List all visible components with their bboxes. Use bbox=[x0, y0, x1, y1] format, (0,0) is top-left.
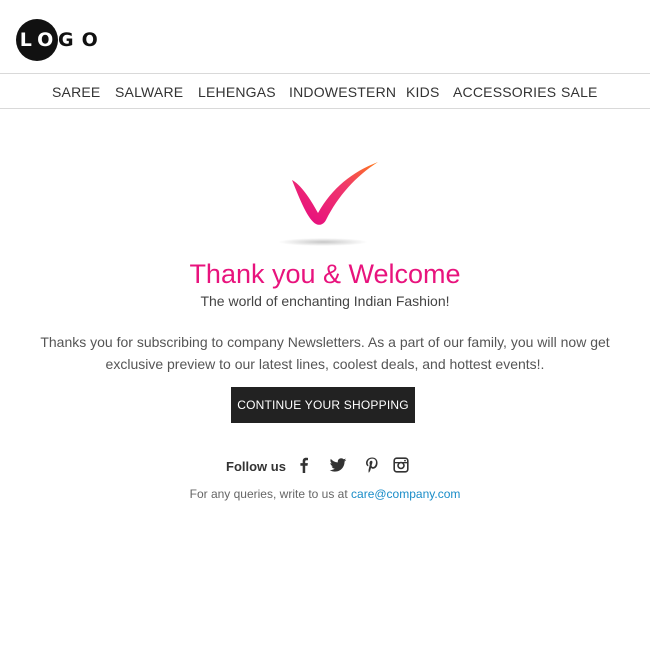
nav-item-lehengas[interactable]: LEHENGAS bbox=[198, 84, 276, 100]
logo-text: GO bbox=[58, 29, 106, 51]
nav-item-accessories[interactable]: ACCESSORIES bbox=[453, 84, 556, 100]
continue-shopping-button[interactable]: CONTINUE YOUR SHOPPING bbox=[231, 387, 415, 423]
twitter-icon[interactable] bbox=[329, 456, 347, 474]
page-title: Thank you & Welcome bbox=[189, 259, 461, 289]
nav-item-indowestern[interactable]: INDOWESTERN bbox=[289, 84, 396, 100]
nav-item-kids[interactable]: KIDS bbox=[406, 84, 439, 100]
nav-item-saree[interactable]: SAREE bbox=[52, 84, 100, 100]
nav-item-salware[interactable]: SALWARE bbox=[115, 84, 183, 100]
logo[interactable]: LO GO bbox=[16, 19, 106, 61]
main-nav: SAREE SALWARE LEHENGAS INDOWESTERN KIDS … bbox=[0, 74, 650, 109]
checkmark-icon bbox=[278, 162, 378, 246]
pinterest-icon[interactable] bbox=[363, 456, 381, 474]
support-email-link[interactable]: care@company.com bbox=[351, 487, 460, 501]
instagram-icon[interactable] bbox=[392, 456, 410, 474]
header: LO GO bbox=[0, 0, 650, 74]
welcome-message: Thanks you for subscribing to company Ne… bbox=[40, 334, 610, 372]
follow-us-label: Follow us bbox=[226, 459, 286, 474]
logo-badge: LO bbox=[16, 19, 58, 61]
queries-text: For any queries, write to us at care@com… bbox=[0, 487, 650, 501]
nav-item-sale[interactable]: SALE bbox=[561, 84, 598, 100]
facebook-icon[interactable] bbox=[295, 456, 313, 474]
page-subtitle: The world of enchanting Indian Fashion! bbox=[200, 293, 450, 309]
queries-label: For any queries, write to us at bbox=[189, 487, 348, 501]
